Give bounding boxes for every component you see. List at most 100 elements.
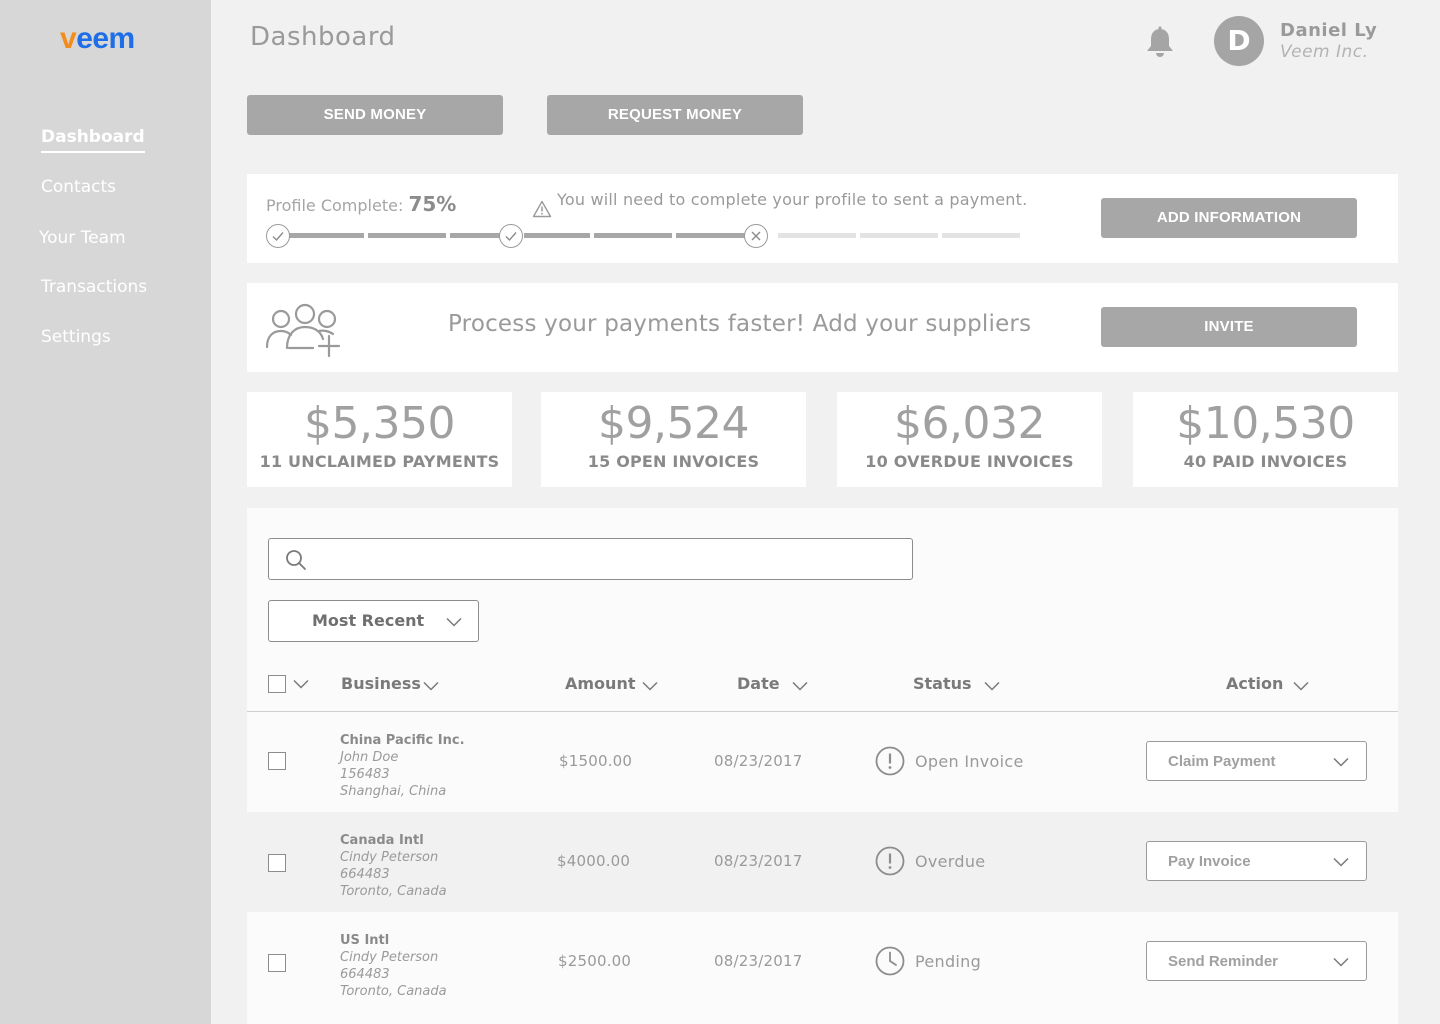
clock-icon	[875, 946, 905, 976]
table-row[interactable]: China Pacific Inc. John Doe 156483 Shang…	[247, 712, 1398, 812]
sidebar-item-transactions[interactable]: Transactions	[41, 276, 147, 298]
stat-amount: $6,032	[894, 398, 1045, 449]
table-row[interactable]: US Intl Cindy Peterson 664483 Toronto, C…	[247, 912, 1398, 1012]
search-input[interactable]	[317, 547, 897, 571]
column-header-date[interactable]: Date	[737, 674, 780, 693]
transactions-panel: Most Recent Business Amount Date Status …	[247, 508, 1398, 1024]
veem-logo[interactable]: veem	[60, 22, 135, 56]
column-header-action[interactable]: Action	[1226, 674, 1283, 693]
status-text: Overdue	[915, 852, 986, 871]
business-location: Toronto, Canada	[340, 984, 447, 999]
status-text: Pending	[915, 952, 982, 971]
stat-amount: $10,530	[1176, 398, 1355, 449]
chevron-down-icon[interactable]	[1293, 681, 1309, 691]
business-contact: Cindy Peterson	[340, 850, 439, 865]
column-header-status[interactable]: Status	[913, 674, 972, 693]
progress-segment	[288, 233, 364, 238]
chevron-down-icon	[1333, 757, 1349, 767]
progress-segment	[594, 233, 672, 238]
profile-progress-bar	[266, 224, 1020, 248]
chevron-down-icon	[1333, 957, 1349, 967]
stat-amount: $5,350	[304, 398, 455, 449]
progress-segment	[368, 233, 446, 238]
stat-label: 10 OVERDUE INVOICES	[865, 452, 1074, 471]
stat-card-paid-invoices[interactable]: $10,530 40 PAID INVOICES	[1133, 392, 1398, 487]
warning-icon	[532, 200, 552, 218]
action-select[interactable]: Send Reminder	[1146, 941, 1367, 981]
chevron-down-icon	[446, 617, 462, 627]
avatar[interactable]: D	[1214, 16, 1264, 66]
action-label: Pay Invoice	[1168, 853, 1251, 870]
table-header: Business Amount Date Status Action	[247, 668, 1398, 712]
business-id: 664483	[340, 867, 390, 882]
row-checkbox[interactable]	[268, 752, 286, 770]
user-company: Veem Inc.	[1280, 42, 1369, 62]
logo-v: v	[60, 22, 77, 55]
table-row[interactable]: Canada Intl Cindy Peterson 664483 Toront…	[247, 812, 1398, 912]
progress-segment	[778, 233, 856, 238]
profile-complete-label: Profile Complete: 75%	[266, 192, 456, 216]
chevron-down-icon[interactable]	[984, 681, 1000, 691]
sidebar-item-settings[interactable]: Settings	[41, 326, 111, 348]
add-information-button[interactable]: ADD INFORMATION	[1101, 198, 1357, 238]
status-text: Open Invoice	[915, 752, 1024, 771]
chevron-down-icon	[1333, 857, 1349, 867]
select-all-checkbox[interactable]	[268, 675, 286, 693]
exclamation-circle-icon	[875, 846, 905, 876]
stat-card-open-invoices[interactable]: $9,524 15 OPEN INVOICES	[541, 392, 806, 487]
search-box[interactable]	[268, 538, 913, 580]
date-cell: 08/23/2017	[714, 752, 803, 770]
search-icon	[286, 550, 306, 570]
business-name: Canada Intl	[340, 833, 424, 848]
add-group-icon	[265, 303, 341, 358]
chevron-down-icon[interactable]	[293, 679, 309, 689]
profile-warning-text: You will need to complete your profile t…	[557, 190, 1028, 209]
date-cell: 08/23/2017	[714, 852, 803, 870]
column-header-business[interactable]: Business	[341, 674, 421, 693]
chevron-down-icon[interactable]	[642, 681, 658, 691]
action-label: Send Reminder	[1168, 953, 1279, 970]
chevron-down-icon[interactable]	[423, 681, 439, 691]
invite-text: Process your payments faster! Add your s…	[448, 311, 1032, 337]
business-id: 664483	[340, 967, 390, 982]
progress-segment	[942, 233, 1020, 238]
stat-card-unclaimed[interactable]: $5,350 11 UNCLAIMED PAYMENTS	[247, 392, 512, 487]
amount-cell: $2500.00	[558, 952, 632, 970]
action-select[interactable]: Pay Invoice	[1146, 841, 1367, 881]
sort-selected-label: Most Recent	[312, 611, 425, 630]
column-header-amount[interactable]: Amount	[565, 674, 635, 693]
step-complete-check-icon	[266, 224, 290, 248]
progress-segment	[860, 233, 938, 238]
stat-card-overdue-invoices[interactable]: $6,032 10 OVERDUE INVOICES	[837, 392, 1102, 487]
step-incomplete-x-icon	[744, 224, 768, 248]
row-checkbox[interactable]	[268, 854, 286, 872]
send-money-button[interactable]: SEND MONEY	[247, 95, 503, 135]
sidebar-item-dashboard[interactable]: Dashboard	[41, 126, 145, 153]
logo-rest: eem	[76, 22, 135, 55]
stat-label: 40 PAID INVOICES	[1183, 452, 1348, 471]
row-checkbox[interactable]	[268, 954, 286, 972]
action-select[interactable]: Claim Payment	[1146, 741, 1367, 781]
sidebar-item-your-team[interactable]: Your Team	[39, 227, 126, 249]
business-cell: Canada Intl Cindy Peterson 664483 Toront…	[340, 832, 447, 900]
business-name: US Intl	[340, 933, 390, 948]
chevron-down-icon[interactable]	[792, 681, 808, 691]
sidebar: veem Dashboard Contacts Your Team Transa…	[0, 0, 211, 1024]
business-cell: China Pacific Inc. John Doe 156483 Shang…	[340, 732, 465, 800]
step-complete-check-icon	[499, 224, 523, 248]
sidebar-item-contacts[interactable]: Contacts	[41, 176, 116, 198]
business-id: 156483	[340, 767, 390, 782]
business-contact: John Doe	[340, 750, 399, 765]
amount-cell: $4000.00	[557, 852, 631, 870]
business-location: Toronto, Canada	[340, 884, 447, 899]
action-label: Claim Payment	[1168, 753, 1276, 770]
user-name: Daniel Ly	[1280, 20, 1378, 41]
business-name: China Pacific Inc.	[340, 733, 465, 748]
date-cell: 08/23/2017	[714, 952, 803, 970]
request-money-button[interactable]: REQUEST MONEY	[547, 95, 803, 135]
business-location: Shanghai, China	[340, 784, 447, 799]
sort-select[interactable]: Most Recent	[268, 600, 479, 642]
bell-icon[interactable]	[1144, 26, 1176, 60]
page-title: Dashboard	[250, 22, 396, 52]
invite-button[interactable]: INVITE	[1101, 307, 1357, 347]
